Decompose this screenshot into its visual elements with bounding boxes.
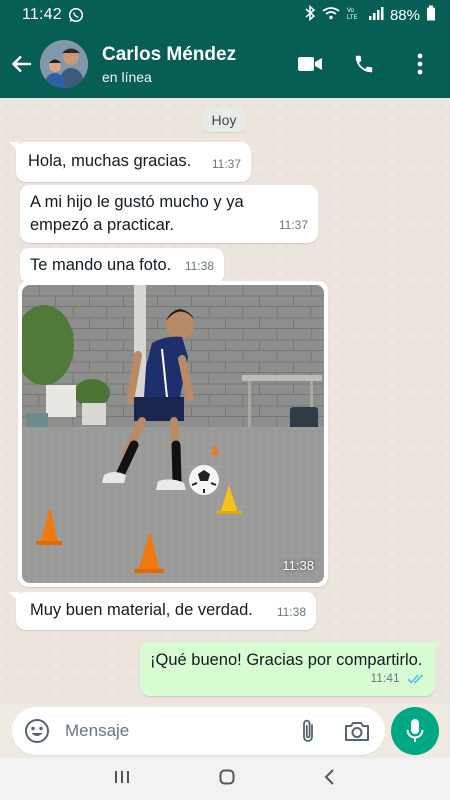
emoji-icon[interactable]: [23, 717, 51, 745]
message-text: A mi hijo le gustó mucho y ya empezó a p…: [30, 193, 244, 234]
day-separator: Hoy: [202, 108, 246, 132]
photo-message[interactable]: 11:38: [18, 281, 328, 587]
message-time: 11:37: [211, 157, 241, 171]
battery-level: 88%: [389, 6, 420, 24]
message-placeholder: Mensaje: [65, 721, 130, 740]
svg-text:LTE: LTE: [347, 15, 358, 21]
bluetooth-icon: [304, 4, 316, 25]
whatsapp-icon: [68, 7, 84, 23]
message-time: 11:41: [370, 671, 400, 685]
wifi-icon: [322, 6, 340, 24]
phone-icon[interactable]: [350, 50, 378, 78]
message-time: 11:38: [184, 259, 214, 273]
mic-icon: [406, 719, 424, 742]
more-vert-icon[interactable]: [406, 50, 434, 78]
message-bubble[interactable]: A mi hijo le gustó mucho y ya empezó a p…: [20, 185, 318, 243]
message-text: Te mando una foto.: [30, 256, 172, 274]
status-bar: 11:42 Vo LTE 88%: [0, 0, 450, 30]
message-bubble[interactable]: Hola, muchas gracias. 11:37: [9, 142, 251, 182]
volte-icon: Vo LTE: [346, 5, 362, 25]
contact-name[interactable]: Carlos Méndez: [102, 44, 236, 66]
signal-icon: [368, 6, 384, 24]
photo-time: 11:38: [282, 558, 314, 573]
message-text: Muy buen material, de verdad.: [30, 601, 253, 619]
message-text: Hola, muchas gracias.: [28, 152, 192, 170]
message-bubble[interactable]: Te mando una foto. 11:38: [20, 248, 224, 284]
battery-icon: [426, 5, 436, 25]
system-nav-bar: [0, 758, 450, 800]
chat-area[interactable]: Hoy Hola, muchas gracias. 11:37 A mi hij…: [0, 98, 450, 704]
svg-text:Vo: Vo: [347, 8, 355, 14]
shared-photo[interactable]: 11:38: [22, 285, 324, 583]
input-bar: Mensaje: [0, 704, 450, 758]
contact-status: en línea: [102, 68, 152, 85]
video-call-icon[interactable]: [296, 50, 324, 78]
back-arrow-icon[interactable]: [10, 52, 34, 76]
back-nav-icon[interactable]: [323, 768, 337, 791]
avatar[interactable]: [40, 40, 88, 88]
home-icon[interactable]: [218, 768, 236, 791]
message-bubble[interactable]: Muy buen material, de verdad. 11:38: [9, 592, 316, 630]
camera-icon[interactable]: [343, 717, 371, 745]
message-meta: 11:41: [371, 667, 425, 690]
chat-header: Carlos Méndez en línea: [0, 30, 450, 98]
status-time: 11:42: [22, 6, 62, 23]
recent-apps-icon[interactable]: [113, 769, 131, 790]
message-time: 11:38: [276, 605, 306, 619]
attach-icon[interactable]: [295, 717, 321, 745]
mic-button[interactable]: [391, 707, 439, 755]
message-time: 11:37: [278, 218, 308, 232]
message-input[interactable]: Mensaje: [12, 707, 385, 755]
outgoing-message-bubble[interactable]: ¡Qué bueno! Gracias por compartirlo. 11:…: [140, 642, 442, 696]
read-ticks-icon: [407, 673, 425, 685]
